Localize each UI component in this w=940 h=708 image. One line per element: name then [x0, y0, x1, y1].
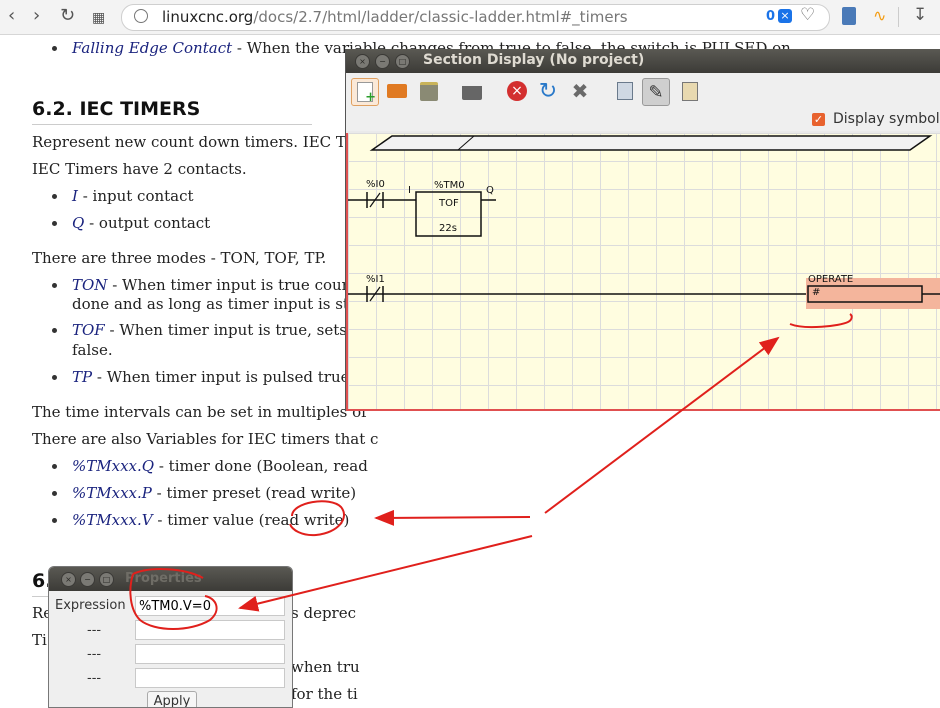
arrow-to-expression: [238, 535, 533, 612]
arrow-to-write: [374, 509, 531, 526]
expression-circle-annotation: [129, 568, 218, 630]
arrow-to-operate: [544, 336, 780, 514]
operate-underline-annotation: [789, 313, 853, 329]
write-circle-annotation: [289, 500, 345, 537]
annotation-overlay: [129, 313, 853, 630]
